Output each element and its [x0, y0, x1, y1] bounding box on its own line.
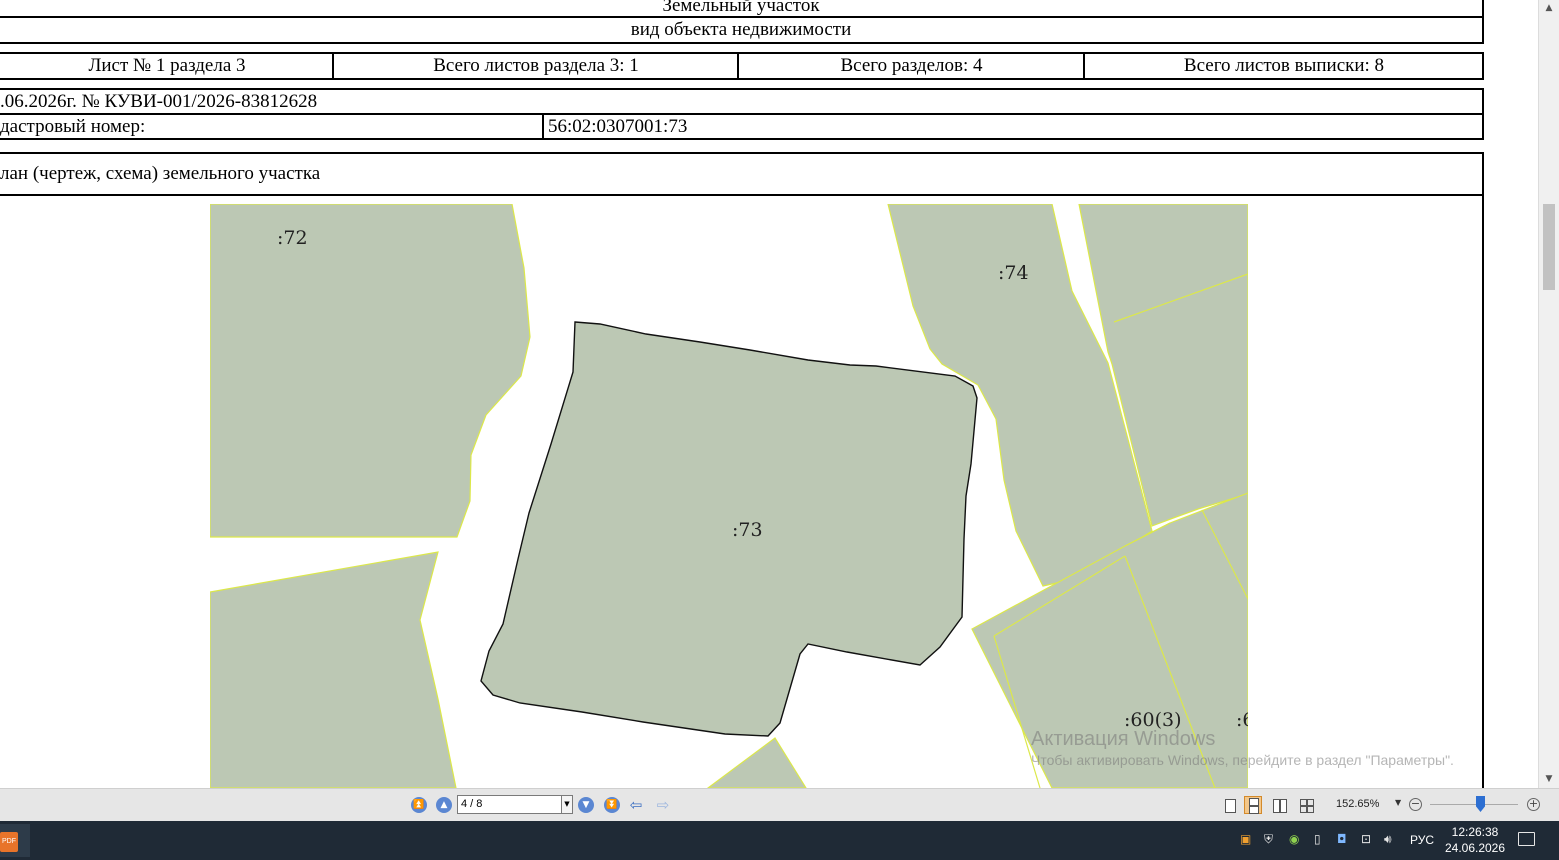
parcel-plan-map: :72 :74 :73 :60(3) :6: [210, 204, 1248, 788]
first-page-icon[interactable]: ⏫: [411, 797, 427, 813]
parcel-plan-svg: [210, 204, 1248, 788]
two-page-view-icon[interactable]: [1270, 796, 1288, 814]
document-view: Земельный участок вид объекта недвижимос…: [0, 0, 1538, 788]
windows-activation-hint: Чтобы активировать Windows, перейдите в …: [1031, 752, 1454, 768]
windows-activation-title: Активация Windows: [1031, 728, 1216, 750]
parcel-label-73: :73: [732, 519, 763, 541]
continuous-view-icon[interactable]: [1244, 796, 1262, 814]
page-number-input[interactable]: 4 / 8: [457, 795, 565, 814]
zoom-slider-handle[interactable]: [1476, 796, 1485, 812]
viewer-toolbar: ⏫ ▲ 4 / 8 ▼ ▼ ⏬ ⇦ ⇨ 152.65% ▼ − +: [0, 788, 1559, 821]
clock-date: 24.06.2026: [1444, 841, 1506, 855]
scroll-down-arrow-icon[interactable]: ▼: [1539, 774, 1559, 784]
usb-device-icon[interactable]: ▯: [1314, 832, 1321, 846]
pdf-tray-icon[interactable]: ▣: [1240, 832, 1251, 846]
zoom-dropdown-arrow-icon[interactable]: ▼: [1395, 798, 1401, 807]
antivirus-tray-icon[interactable]: ◉: [1289, 832, 1299, 846]
extract-date-number: .06.2026г. № КУВИ-001/2026-83812628: [0, 90, 318, 112]
vertical-scrollbar[interactable]: ▲ ▼: [1538, 0, 1559, 788]
header-subtitle: вид объекта недвижимости: [630, 19, 852, 40]
parcel-73-shape: [480, 321, 978, 737]
scroll-up-arrow-icon[interactable]: ▲: [1539, 3, 1559, 13]
page-dropdown-arrow-icon[interactable]: ▼: [561, 795, 573, 814]
windows-taskbar: PDF ▣ ⛨ ◉ ▯ ◘ ⊡ 🔊︎ РУС 12:26:38 24.06.20…: [0, 821, 1559, 860]
sheet-number: Лист № 1 раздела 3: [88, 55, 246, 76]
pdf-viewer-taskbar-app[interactable]: PDF: [0, 824, 30, 857]
parcel-72-shape: [210, 204, 531, 538]
header-title: Земельный участок: [662, 0, 820, 16]
cloud-tray-icon[interactable]: ◘: [1337, 832, 1347, 846]
back-arrow-icon[interactable]: ⇦: [628, 797, 644, 813]
network-icon[interactable]: ⊡: [1361, 832, 1371, 846]
parcel-bottom-shape: [706, 737, 807, 788]
date-number-row: .06.2026г. № КУВИ-001/2026-83812628: [0, 88, 1484, 115]
zoom-level-value[interactable]: 152.65%: [1336, 798, 1379, 810]
cadastral-row: дастровый номер: 56:02:0307001:73: [0, 113, 1484, 140]
parcel-label-74: :74: [998, 262, 1029, 284]
forward-arrow-icon[interactable]: ⇨: [655, 797, 671, 813]
input-language-indicator[interactable]: РУС: [1410, 833, 1434, 847]
zoom-slider-track[interactable]: [1430, 804, 1518, 805]
cadastral-number-label: дастровый номер:: [0, 115, 146, 137]
next-page-icon[interactable]: ▼: [578, 797, 594, 813]
single-page-view-icon[interactable]: [1220, 796, 1238, 814]
sections-total: Всего разделов: 4: [840, 55, 983, 76]
zoom-out-icon[interactable]: −: [1409, 798, 1422, 811]
notification-center-icon[interactable]: [1518, 832, 1535, 846]
thumbnails-view-icon[interactable]: [1297, 796, 1315, 814]
plan-title: лан (чертеж, схема) земельного участка: [0, 163, 321, 184]
parcel-left-bottom-shape: [210, 551, 457, 788]
system-clock[interactable]: 12:26:38 24.06.2026: [1444, 824, 1506, 856]
extract-sheets-total: Всего листов выписки: 8: [1183, 55, 1385, 76]
section-sheets-total: Всего листов раздела 3: 1: [433, 55, 639, 76]
parcel-label-72: :72: [277, 227, 308, 249]
previous-page-icon[interactable]: ▲: [436, 797, 452, 813]
last-page-icon[interactable]: ⏬: [604, 797, 620, 813]
cadastral-number-value: 56:02:0307001:73: [548, 115, 688, 137]
sheet-info-row: Лист № 1 раздела 3 Всего листов раздела …: [0, 52, 1484, 80]
scrollbar-thumb[interactable]: [1543, 204, 1555, 290]
defender-shield-icon[interactable]: ⛨: [1264, 832, 1273, 847]
zoom-in-icon[interactable]: +: [1527, 798, 1540, 811]
volume-icon[interactable]: 🔊︎: [1384, 832, 1392, 847]
parcel-label-6-partial: :6: [1236, 709, 1248, 731]
header-subtitle-row: вид объекта недвижимости: [0, 16, 1484, 44]
clock-time: 12:26:38: [1451, 825, 1499, 839]
pdf-app-icon: PDF: [0, 832, 18, 852]
